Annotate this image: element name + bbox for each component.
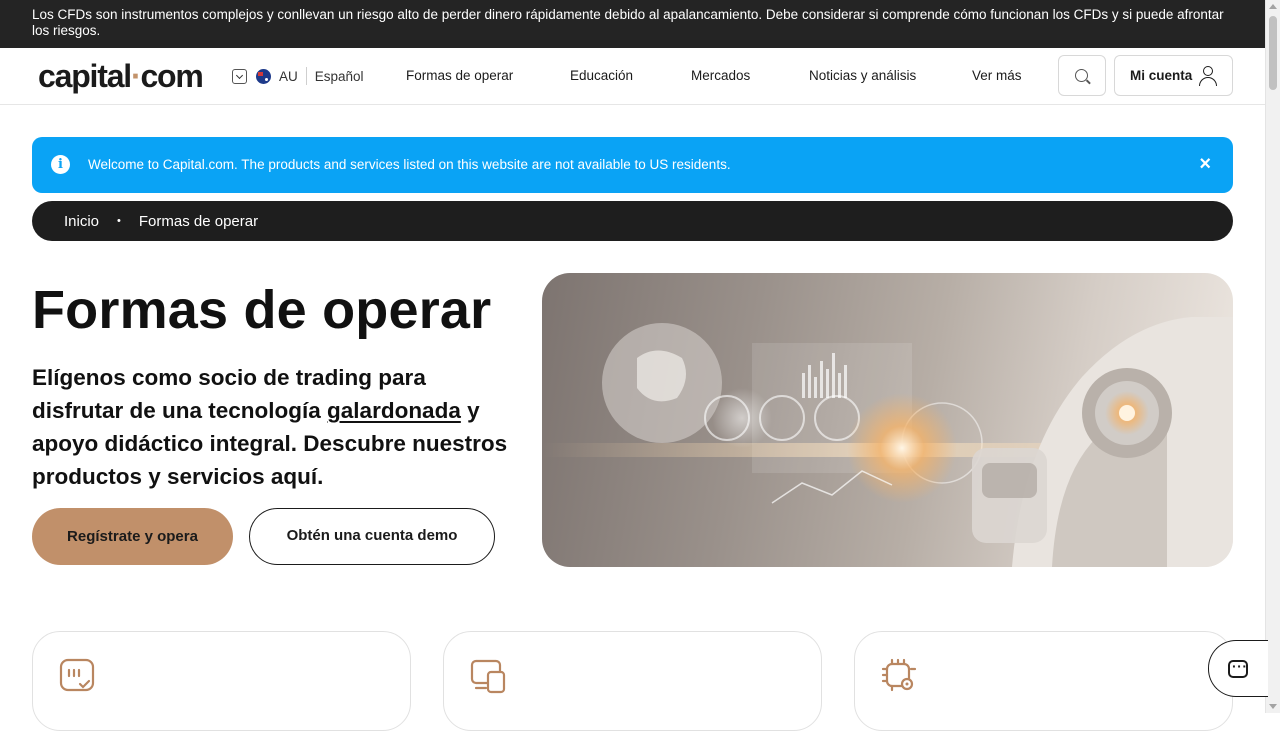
breadcrumb-current: Formas de operar: [138, 212, 259, 230]
risk-warning-text: Los CFDs son instrumentos complejos y co…: [32, 7, 1224, 38]
nav-ver-mas[interactable]: Ver más: [972, 68, 1022, 83]
hero-subtitle: Elígenos como socio de trading para disf…: [32, 365, 508, 489]
scroll-down-icon[interactable]: [1269, 704, 1277, 709]
nav-formas-de-operar[interactable]: Formas de operar: [406, 68, 513, 83]
language-label[interactable]: Español: [315, 69, 364, 84]
breadcrumb: Inicio • Formas de operar: [32, 201, 1233, 241]
scrollbar-thumb[interactable]: [1269, 16, 1277, 90]
breadcrumb-separator: •: [117, 215, 121, 227]
search-icon: [1075, 69, 1088, 82]
chat-icon: [1228, 658, 1248, 678]
feature-card-1[interactable]: [32, 631, 411, 731]
info-icon: i: [51, 155, 70, 174]
user-icon: [1199, 66, 1217, 86]
feature-card-3[interactable]: [854, 631, 1233, 731]
devices-icon: [470, 659, 506, 694]
register-button[interactable]: Regístrate y opera: [32, 508, 233, 565]
risk-warning-bar: Los CFDs son instrumentos complejos y co…: [0, 0, 1265, 48]
breadcrumb-home[interactable]: Inicio: [64, 213, 99, 230]
account-label: Mi cuenta: [1130, 68, 1193, 83]
award-winning-link[interactable]: galardonada: [327, 398, 461, 423]
chevron-down-icon[interactable]: [232, 68, 247, 84]
australia-flag-icon: [256, 68, 271, 84]
site-header: capital·com AU Español Formas de operar …: [0, 48, 1265, 105]
demo-account-button[interactable]: Obtén una cuenta demo: [249, 508, 495, 565]
chip-gear-icon: [881, 658, 917, 692]
search-button[interactable]: [1058, 55, 1106, 96]
page-scrollbar[interactable]: [1265, 0, 1280, 713]
region-language-selector[interactable]: AU Español: [232, 67, 364, 85]
us-residents-banner: i Welcome to Capital.com. The products a…: [32, 137, 1233, 193]
hero-robot-image: [542, 273, 1233, 567]
hero-illustration: [542, 317, 1233, 567]
nav-educacion[interactable]: Educación: [570, 68, 633, 83]
nav-mercados[interactable]: Mercados: [691, 68, 750, 83]
chat-button[interactable]: [1208, 640, 1268, 697]
banner-text: Welcome to Capital.com. The products and…: [88, 157, 731, 172]
scroll-up-icon[interactable]: [1269, 4, 1277, 9]
nav-noticias-analisis[interactable]: Noticias y análisis: [809, 68, 916, 83]
page-title: Formas de operar: [32, 280, 492, 340]
region-code[interactable]: AU: [279, 69, 298, 84]
my-account-button[interactable]: Mi cuenta: [1114, 55, 1233, 96]
feature-card-2[interactable]: [443, 631, 822, 731]
chat-check-icon: [59, 658, 95, 692]
close-icon[interactable]: ×: [1199, 154, 1211, 174]
capital-com-logo[interactable]: capital·com: [38, 58, 204, 94]
region-divider: [305, 67, 307, 85]
